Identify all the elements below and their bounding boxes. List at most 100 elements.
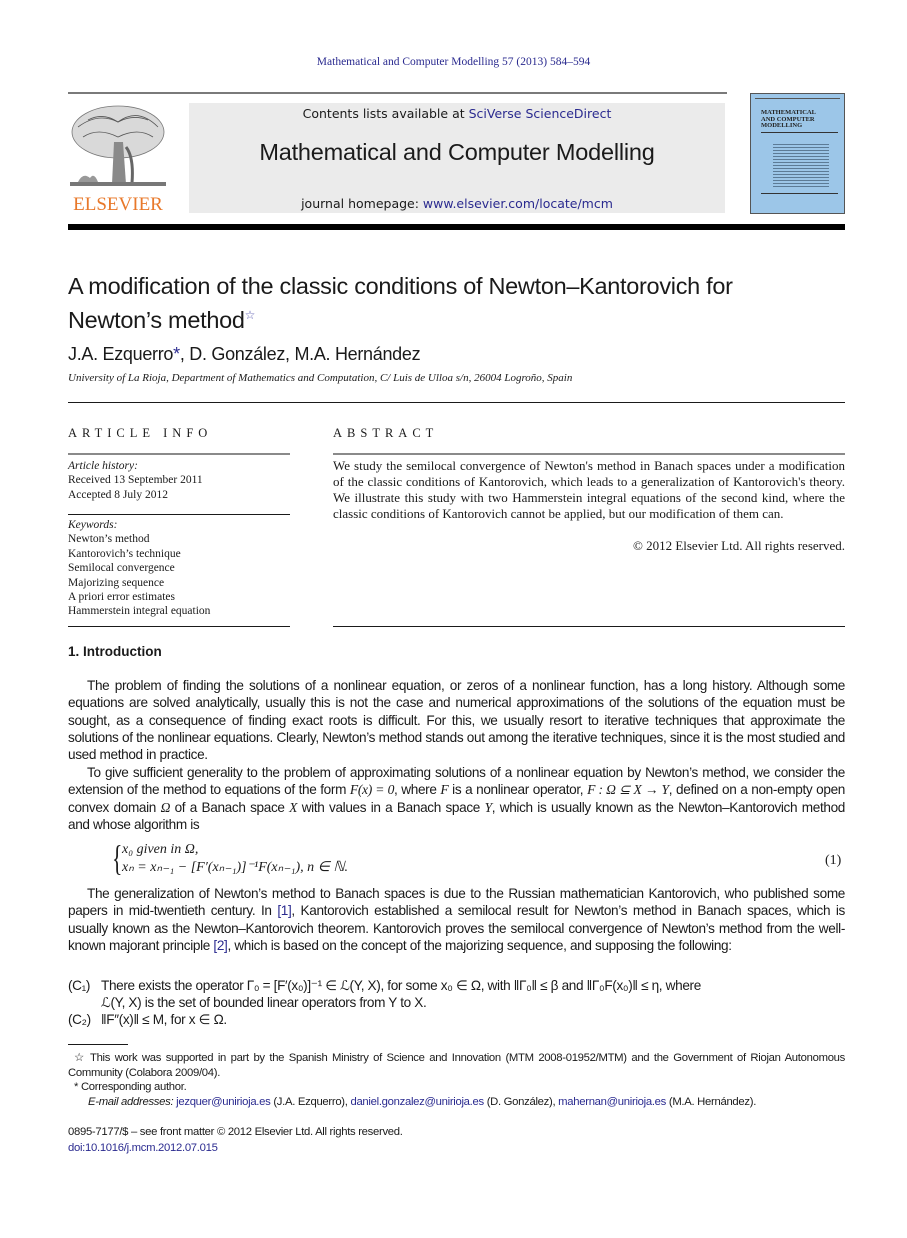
reference-link[interactable]: [2]	[213, 938, 227, 953]
section-heading: 1. Introduction	[68, 644, 162, 659]
email-addresses: E-mail addresses: jezquer@unirioja.es (J…	[88, 1095, 757, 1108]
abstract-text: We study the semilocal convergence of Ne…	[333, 458, 845, 521]
history-label: Article history:	[68, 460, 138, 472]
keyword: Majorizing sequence	[68, 576, 165, 589]
equation-row-text: xₙ = xₙ₋₁ − [F′(xₙ₋₁)]⁻¹F(xₙ₋₁), n ∈ ℕ.	[122, 860, 349, 875]
article-info-heading: ARTICLE INFO	[68, 426, 213, 440]
text: of a Banach space	[170, 799, 290, 815]
masthead-top-rule	[68, 92, 727, 94]
elsevier-tree-icon	[70, 105, 166, 186]
footnotes: ☆ This work was supported in part by the…	[68, 1051, 845, 1109]
condition-c1: (C₁) There exists the operator Γ₀ = [F′(x…	[68, 977, 845, 1012]
homepage-line: journal homepage: www.elsevier.com/locat…	[189, 196, 725, 211]
funding-footnote: ☆ This work was supported in part by the…	[68, 1051, 845, 1080]
condition-tag: (C₂)	[68, 1012, 91, 1027]
condition-c2: (C₂) ‖F″(x)‖ ≤ M, for x ∈ Ω.	[68, 1011, 845, 1028]
math-inline: X	[289, 799, 298, 815]
text: , which is based on the concept of the m…	[227, 937, 732, 953]
text: with values in a Banach space	[297, 799, 485, 815]
corresponding-author-mark[interactable]: *	[173, 344, 180, 364]
equation-row: x₀ given in Ω,	[122, 841, 348, 859]
cover-rule	[761, 193, 838, 194]
affiliation: University of La Rioja, Department of Ma…	[68, 372, 573, 384]
contents-prefix: Contents lists available at	[302, 106, 469, 121]
footnote-text: Corresponding author.	[80, 1081, 187, 1093]
accepted-date: Accepted 8 July 2012	[68, 488, 168, 501]
abstract-rule	[333, 626, 845, 627]
article-info-rule	[68, 514, 290, 515]
paragraph: To give sufficient generality to the pro…	[68, 764, 845, 833]
title-footnote-star-icon[interactable]: ☆	[245, 308, 256, 322]
math-inline: F : Ω ⊆ X → Y	[587, 782, 669, 798]
keyword: Kantorovich’s technique	[68, 547, 181, 560]
footnote-rule	[68, 1044, 128, 1045]
corresponding-footnote: * Corresponding author.	[68, 1080, 845, 1095]
journal-homepage-link[interactable]: www.elsevier.com/locate/mcm	[423, 196, 613, 211]
email-owner: (M.A. Hernández).	[668, 1095, 757, 1108]
article-history: Article history: Received 13 September 2…	[68, 459, 290, 502]
author-name: D. González	[189, 344, 286, 364]
author-name: J.A. Ezquerro	[68, 344, 174, 364]
footnote-asterisk-icon: *	[74, 1081, 79, 1093]
footnote-text: This work was supported in part by the S…	[68, 1052, 846, 1079]
doi-link[interactable]: doi:10.1016/j.mcm.2012.07.015	[68, 1140, 403, 1156]
cover-rule	[761, 132, 838, 133]
header-divider	[68, 402, 845, 403]
journal-cover-thumbnail[interactable]: MATHEMATICAL AND COMPUTER MODELLING	[750, 93, 845, 214]
received-date: Received 13 September 2011	[68, 474, 203, 487]
math-inline: F(x) = 0	[349, 782, 395, 798]
email-link[interactable]: jezquer@unirioja.es	[176, 1096, 271, 1108]
condition-text: ‖F″(x)‖ ≤ M, for x ∈ Ω.	[101, 1012, 227, 1027]
intro-paragraph-1: The problem of finding the solutions of …	[68, 677, 845, 763]
equation-number: (1)	[825, 853, 842, 868]
equation-row: xₙ = xₙ₋₁ − [F′(xₙ₋₁)]⁻¹F(xₙ₋₁), n ∈ ℕ.	[122, 859, 348, 877]
keywords-block: Keywords: Newton’s method Kantorovich’s …	[68, 518, 290, 619]
homepage-prefix: journal homepage:	[301, 196, 423, 211]
contents-line: Contents lists available at SciVerse Sci…	[189, 106, 725, 121]
cover-title-line: MODELLING	[761, 122, 803, 129]
running-head[interactable]: Mathematical and Computer Modelling 57 (…	[0, 56, 907, 68]
paper-title: A modification of the classic conditions…	[68, 272, 848, 335]
paper-title-line: A modification of the classic conditions…	[68, 273, 733, 299]
left-brace-icon: {	[112, 838, 123, 878]
keyword: Hammerstein integral equation	[68, 605, 211, 618]
email-link[interactable]: mahernan@unirioja.es	[558, 1096, 666, 1108]
paragraph: The problem of finding the solutions of …	[68, 678, 845, 763]
journal-banner: Contents lists available at SciVerse Sci…	[189, 103, 725, 213]
cover-title: MATHEMATICAL AND COMPUTER MODELLING	[761, 109, 816, 130]
keyword: Newton’s method	[68, 533, 150, 546]
email-link[interactable]: daniel.gonzalez@unirioja.es	[350, 1096, 484, 1108]
cover-editorial-board	[773, 142, 829, 187]
email-owner: (J.A. Ezquerro)	[273, 1095, 345, 1108]
publisher-logo[interactable]: ELSEVIER	[68, 102, 168, 215]
footnote-star-icon: ☆	[74, 1052, 86, 1064]
text: is a nonlinear operator,	[448, 782, 588, 798]
abstract-copyright: © 2012 Elsevier Ltd. All rights reserved…	[632, 538, 845, 553]
paragraph: The generalization of Newton’s method to…	[68, 885, 845, 954]
email-owner: (D. González)	[486, 1095, 553, 1108]
issn-line: 0895-7177/$ – see front matter © 2012 El…	[68, 1126, 403, 1138]
masthead-bottom-rule	[68, 224, 845, 230]
article-info-rule	[68, 453, 290, 455]
email-label: E-mail addresses:	[88, 1095, 174, 1108]
reference-link[interactable]: [1]	[277, 903, 291, 918]
keyword: A priori error estimates	[68, 591, 175, 604]
condition-tag: (C₁)	[68, 978, 91, 993]
abstract-rule	[333, 453, 845, 455]
text: , where	[394, 782, 441, 798]
author-separator: ,	[179, 344, 190, 364]
author-list: J.A. Ezquerro*, D. González, M.A. Hernán…	[68, 344, 421, 365]
publisher-logo-text: ELSEVIER	[73, 194, 163, 215]
equation-1: { x₀ given in Ω, xₙ = xₙ₋₁ − [F′(xₙ₋₁)]⁻…	[112, 838, 348, 878]
math-inline: Ω	[160, 799, 171, 815]
keyword: Semilocal convergence	[68, 562, 175, 575]
condition-continuation: ℒ(Y, X) is the set of bounded linear ope…	[101, 995, 427, 1011]
intro-paragraph-2: To give sufficient generality to the pro…	[68, 764, 845, 833]
paper-title-line: Newton’s method	[68, 306, 245, 333]
sciencedirect-link[interactable]: SciVerse ScienceDirect	[469, 106, 612, 121]
author-name: M.A. Hernández	[294, 344, 421, 364]
cover-top-rule	[755, 97, 840, 99]
article-info-rule	[68, 626, 290, 627]
intro-paragraph-3: The generalization of Newton’s method to…	[68, 885, 845, 954]
front-matter: 0895-7177/$ – see front matter © 2012 El…	[68, 1124, 403, 1156]
